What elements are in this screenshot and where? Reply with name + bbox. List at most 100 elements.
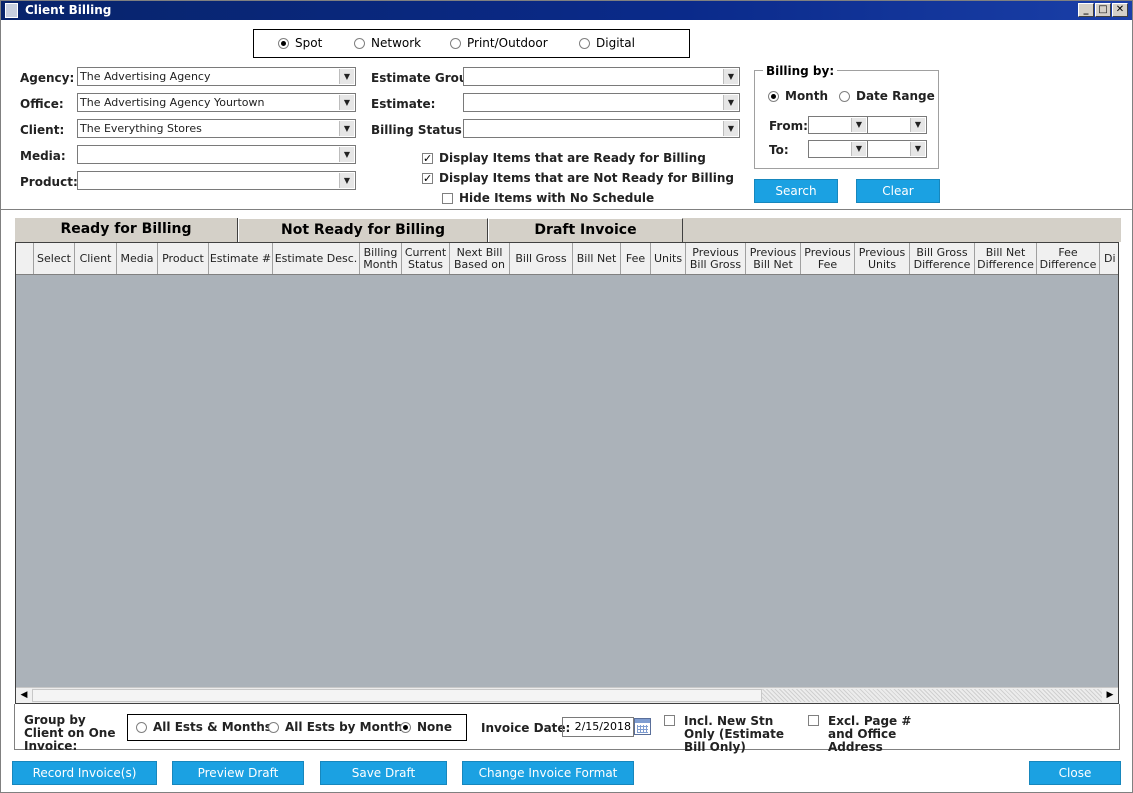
column-header-fee-difference[interactable]: Fee Difference: [1037, 243, 1100, 274]
check-icon[interactable]: ✓: [422, 172, 433, 184]
calendar-icon[interactable]: [634, 718, 651, 735]
media-type-spot[interactable]: Spot: [278, 36, 322, 50]
billing-grid[interactable]: Select Client Media Product Estimate # E…: [15, 242, 1119, 704]
group-by-client-label: Group by Client on One Invoice:: [24, 713, 116, 753]
tab-ready-for-billing[interactable]: Ready for Billing: [15, 218, 238, 242]
column-header-previous-fee[interactable]: Previous Fee: [801, 243, 855, 274]
chevron-down-icon[interactable]: ▼: [851, 142, 866, 156]
close-button[interactable]: Close: [1029, 761, 1121, 785]
radio-icon[interactable]: [768, 90, 779, 102]
column-header-bill-gross[interactable]: Bill Gross: [510, 243, 573, 274]
group-all-ests-months-radio[interactable]: All Ests & Months: [136, 720, 272, 734]
chevron-down-icon[interactable]: ▼: [339, 69, 354, 84]
display-ready-checkbox[interactable]: ✓ Display Items that are Ready for Billin…: [422, 151, 706, 165]
chevron-down-icon[interactable]: ▼: [339, 173, 354, 188]
media-type-network[interactable]: Network: [354, 36, 421, 50]
radio-icon[interactable]: [400, 721, 411, 733]
window-title: Client Billing: [25, 3, 112, 17]
search-button[interactable]: Search: [754, 179, 838, 203]
column-header-previous-bill-net[interactable]: Previous Bill Net: [746, 243, 801, 274]
column-header-bill-gross-difference[interactable]: Bill Gross Difference: [910, 243, 975, 274]
scroll-right-icon[interactable]: ▶: [1102, 688, 1118, 703]
display-not-ready-checkbox[interactable]: ✓ Display Items that are Not Ready for Bi…: [422, 171, 734, 185]
radio-icon[interactable]: [268, 721, 279, 733]
change-invoice-format-button[interactable]: Change Invoice Format: [462, 761, 634, 785]
column-header-product[interactable]: Product: [158, 243, 209, 274]
incl-new-stn-checkbox[interactable]: [664, 715, 675, 726]
column-header-truncated[interactable]: Di: [1100, 243, 1118, 274]
invoice-date-field[interactable]: 2/15/2018: [562, 717, 634, 737]
billing-by-month-radio[interactable]: Month: [768, 89, 828, 103]
tab-draft-invoice[interactable]: Draft Invoice: [488, 218, 683, 242]
group-all-ests-by-month-radio[interactable]: All Ests by Month: [268, 720, 403, 734]
chevron-down-icon[interactable]: ▼: [339, 95, 354, 110]
office-combo[interactable]: The Advertising Agency Yourtown ▼: [77, 93, 356, 112]
chevron-down-icon[interactable]: ▼: [910, 118, 925, 132]
radio-icon[interactable]: [579, 37, 590, 49]
column-header-fee[interactable]: Fee: [621, 243, 651, 274]
scroll-thumb[interactable]: [32, 689, 762, 702]
client-combo[interactable]: The Everything Stores ▼: [77, 119, 356, 138]
column-header-rowselector[interactable]: [16, 243, 34, 274]
to-year-combo[interactable]: ▼: [867, 140, 927, 158]
estimate-combo[interactable]: ▼: [463, 93, 740, 112]
clear-button[interactable]: Clear: [856, 179, 940, 203]
column-header-media[interactable]: Media: [117, 243, 158, 274]
chevron-down-icon[interactable]: ▼: [851, 118, 866, 132]
agency-label: Agency:: [20, 71, 75, 85]
radio-icon[interactable]: [354, 37, 365, 49]
chevron-down-icon[interactable]: ▼: [339, 121, 354, 136]
check-icon[interactable]: ✓: [422, 152, 433, 164]
save-draft-button[interactable]: Save Draft: [320, 761, 447, 785]
column-header-units[interactable]: Units: [651, 243, 686, 274]
checkbox-empty-icon[interactable]: [442, 192, 453, 204]
record-invoices-button[interactable]: Record Invoice(s): [12, 761, 157, 785]
media-combo[interactable]: ▼: [77, 145, 356, 164]
scroll-left-icon[interactable]: ◀: [16, 688, 32, 703]
column-header-client[interactable]: Client: [75, 243, 117, 274]
billing-by-date-range-radio[interactable]: Date Range: [839, 89, 935, 103]
preview-draft-button[interactable]: Preview Draft: [172, 761, 304, 785]
to-month-combo[interactable]: ▼: [808, 140, 868, 158]
tab-not-ready-for-billing[interactable]: Not Ready for Billing: [238, 218, 488, 242]
media-type-digital[interactable]: Digital: [579, 36, 635, 50]
media-type-group: Spot Network Print/Outdoor Digital: [253, 29, 690, 58]
excl-page-checkbox[interactable]: [808, 715, 819, 726]
column-header-current-status[interactable]: Current Status: [402, 243, 450, 274]
title-bar[interactable]: Client Billing _ □ ✕: [1, 1, 1132, 20]
column-header-estimate-number[interactable]: Estimate #: [209, 243, 273, 274]
billing-status-combo[interactable]: ▼: [463, 119, 740, 138]
client-billing-window: Client Billing _ □ ✕ Spot Network Print/…: [0, 0, 1133, 793]
from-year-combo[interactable]: ▼: [867, 116, 927, 134]
divider: [1, 209, 1132, 211]
radio-icon[interactable]: [136, 721, 147, 733]
group-none-radio[interactable]: None: [400, 720, 452, 734]
chevron-down-icon[interactable]: ▼: [339, 147, 354, 162]
scroll-track[interactable]: [762, 689, 1102, 702]
estimate-group-combo[interactable]: ▼: [463, 67, 740, 86]
minimize-button[interactable]: _: [1078, 3, 1094, 17]
radio-icon[interactable]: [450, 37, 461, 49]
hide-no-schedule-checkbox[interactable]: Hide Items with No Schedule: [442, 191, 654, 205]
agency-combo[interactable]: The Advertising Agency ▼: [77, 67, 356, 86]
chevron-down-icon[interactable]: ▼: [723, 95, 738, 110]
radio-icon[interactable]: [278, 37, 289, 49]
column-header-bill-net[interactable]: Bill Net: [573, 243, 621, 274]
column-header-next-bill[interactable]: Next Bill Based on: [450, 243, 510, 274]
horizontal-scrollbar[interactable]: ◀ ▶: [16, 687, 1118, 703]
maximize-button[interactable]: □: [1095, 3, 1111, 17]
chevron-down-icon[interactable]: ▼: [723, 69, 738, 84]
column-header-billing-month[interactable]: Billing Month: [360, 243, 402, 274]
column-header-estimate-desc[interactable]: Estimate Desc.: [273, 243, 360, 274]
close-window-button[interactable]: ✕: [1112, 3, 1128, 17]
column-header-previous-bill-gross[interactable]: Previous Bill Gross: [686, 243, 746, 274]
chevron-down-icon[interactable]: ▼: [723, 121, 738, 136]
column-header-bill-net-difference[interactable]: Bill Net Difference: [975, 243, 1037, 274]
product-combo[interactable]: ▼: [77, 171, 356, 190]
media-type-print-outdoor[interactable]: Print/Outdoor: [450, 36, 548, 50]
from-month-combo[interactable]: ▼: [808, 116, 868, 134]
chevron-down-icon[interactable]: ▼: [910, 142, 925, 156]
radio-icon[interactable]: [839, 90, 850, 102]
column-header-previous-units[interactable]: Previous Units: [855, 243, 910, 274]
column-header-select[interactable]: Select: [34, 243, 75, 274]
